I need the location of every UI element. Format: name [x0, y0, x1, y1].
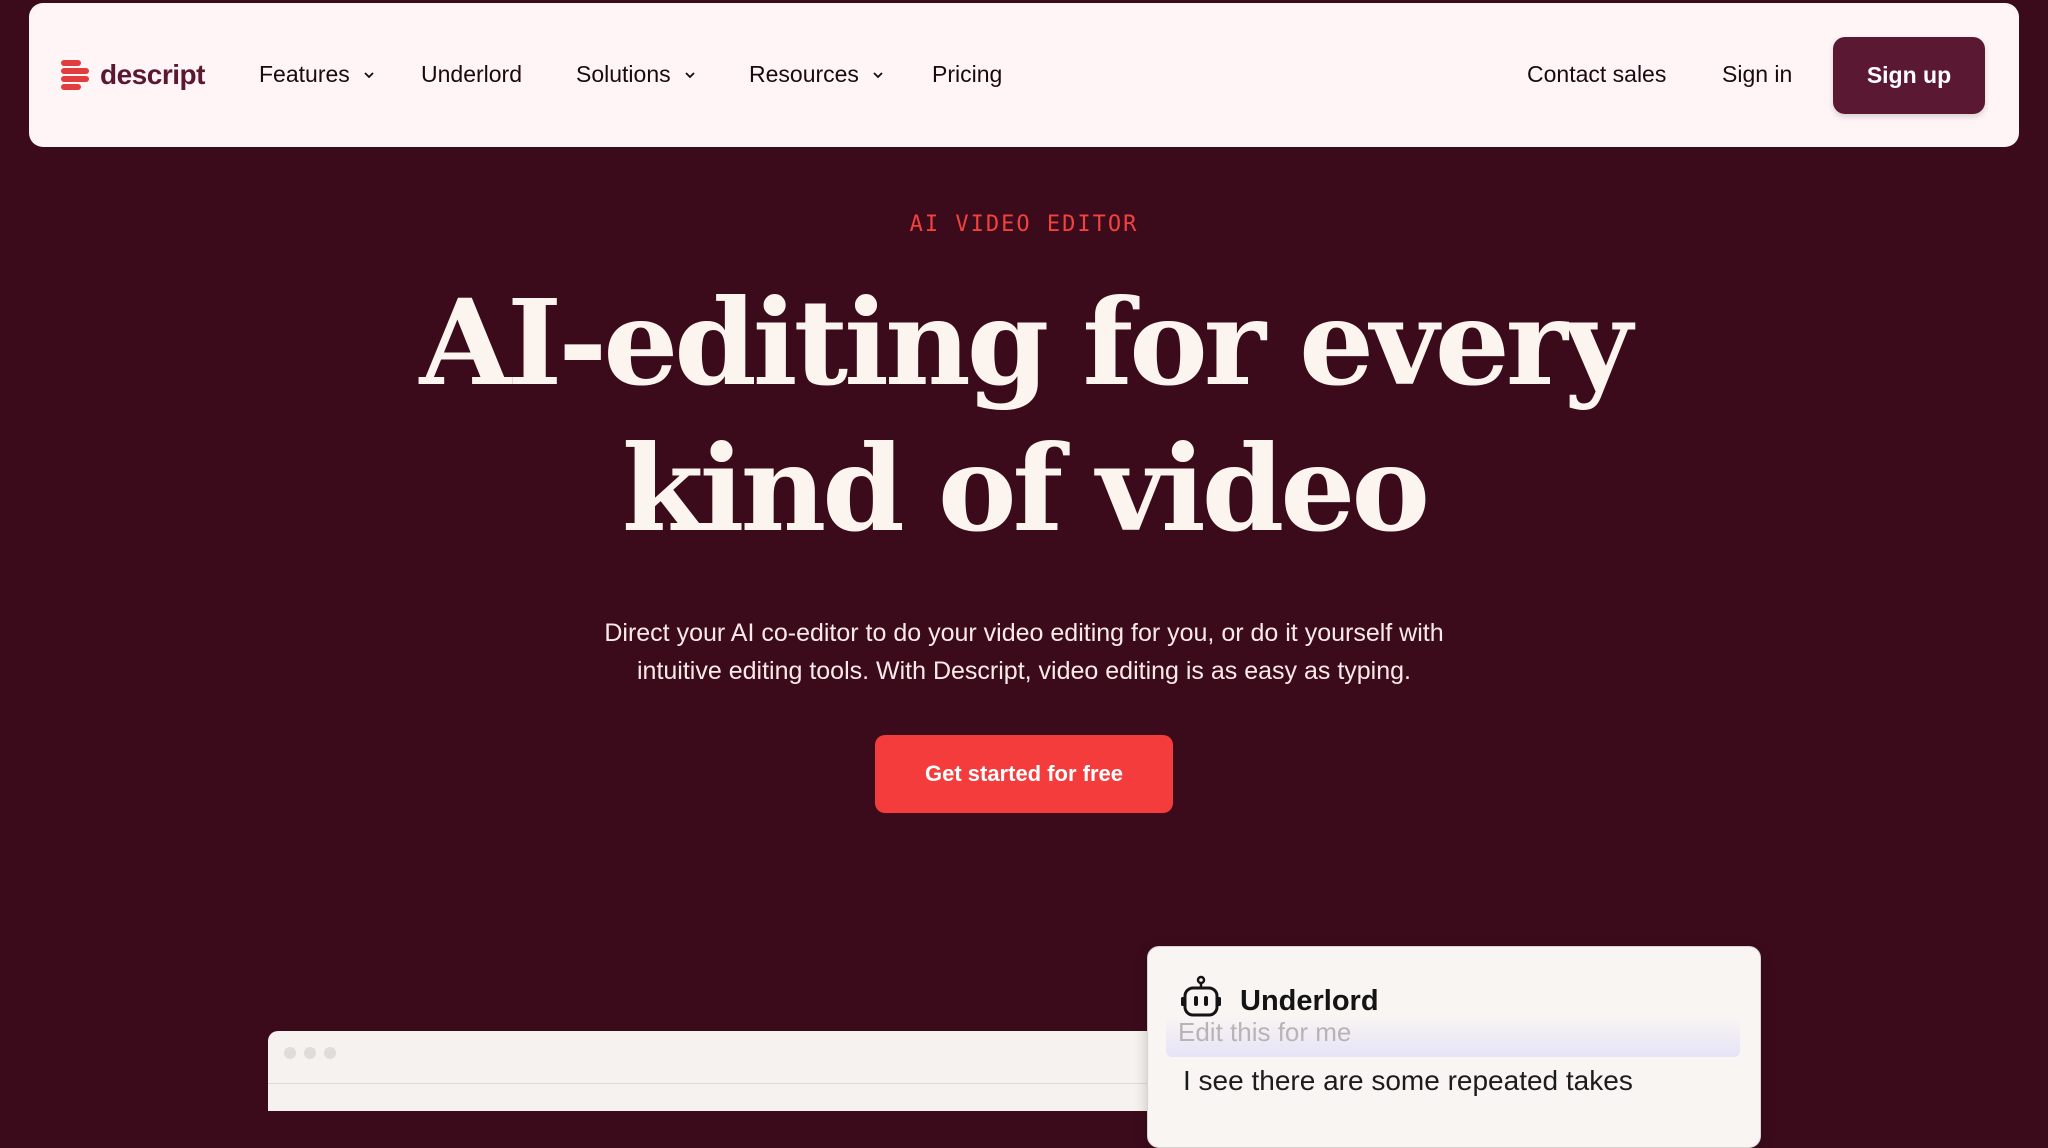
nav-item-label: Solutions	[576, 61, 671, 87]
top-navigation: descript Features Underlord Solutions Re…	[29, 3, 2019, 147]
hero-headline: AI-editing for every kind of video	[0, 270, 2048, 562]
underlord-response: I see there are some repeated takes	[1183, 1065, 1633, 1096]
nav-item-solutions[interactable]: Solutions	[576, 61, 697, 88]
sign-in-link[interactable]: Sign in	[1722, 61, 1792, 88]
contact-sales-link[interactable]: Contact sales	[1527, 61, 1666, 88]
previous-prompt-text: Edit this for me	[1178, 1017, 1352, 1047]
chevron-down-icon	[364, 71, 374, 78]
hero-subheading: Direct your AI co-editor to do your vide…	[500, 614, 1548, 690]
window-dot	[284, 1047, 296, 1059]
underlord-title: Underlord	[1240, 985, 1379, 1017]
window-divider	[268, 1083, 1168, 1084]
hero-eyebrow: AI VIDEO EDITOR	[909, 212, 1139, 237]
sign-up-button[interactable]: Sign up	[1833, 37, 1985, 114]
nav-item-label: Resources	[749, 61, 859, 87]
previous-prompt: Edit this for me	[1166, 1017, 1740, 1057]
subhead-line-2: intuitive editing tools. With Descript, …	[637, 657, 1411, 685]
nav-item-label: Underlord	[421, 61, 522, 87]
editor-preview-window	[268, 1031, 1168, 1111]
window-controls	[284, 1047, 336, 1059]
logo-text: descript	[100, 59, 205, 90]
window-dot	[304, 1047, 316, 1059]
descript-logo-icon	[61, 57, 91, 93]
nav-item-label: Features	[259, 61, 350, 87]
nav-item-underlord[interactable]: Underlord	[421, 61, 522, 88]
subhead-line-1: Direct your AI co-editor to do your vide…	[604, 619, 1444, 647]
window-dot	[324, 1047, 336, 1059]
robot-icon	[1181, 975, 1221, 1017]
chevron-down-icon	[684, 71, 695, 78]
chevron-down-icon	[873, 71, 883, 78]
nav-item-features[interactable]: Features	[259, 61, 376, 88]
descript-logo[interactable]: descript	[61, 57, 205, 93]
nav-item-label: Pricing	[932, 61, 1003, 87]
headline-line-1: AI-editing for every	[419, 273, 1632, 412]
underlord-chat-card: Underlord Edit this for me I see there a…	[1147, 946, 1761, 1148]
nav-item-pricing[interactable]: Pricing	[932, 61, 1002, 88]
get-started-button[interactable]: Get started for free	[875, 735, 1173, 813]
headline-line-2: kind of video	[621, 419, 1430, 558]
nav-item-resources[interactable]: Resources	[749, 61, 885, 88]
